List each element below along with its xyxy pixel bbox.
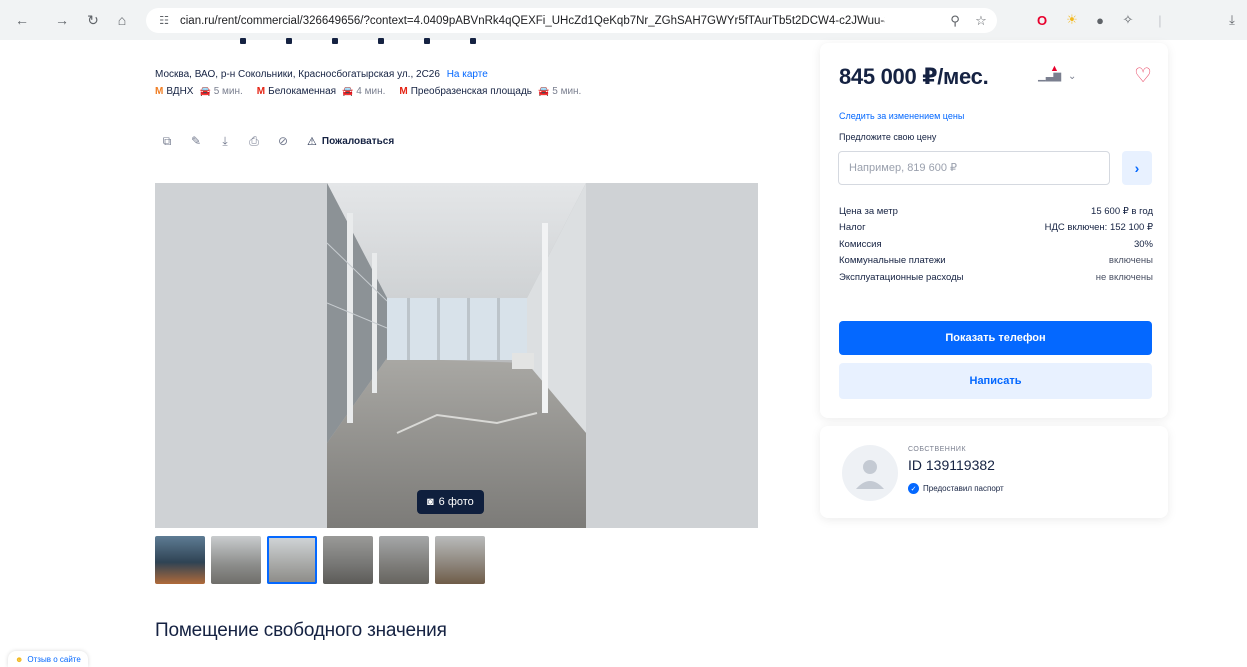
photo-gallery[interactable]: ◙ 6 фото [155,183,758,528]
price-facts: Цена за метр 15 600 ₽ в год Налог НДС вк… [839,203,1153,286]
metro-item: М Белокаменная 🚘 4 мин. [257,86,386,97]
write-message-button[interactable]: Написать [839,363,1152,399]
warning-icon: ⚠ [307,135,317,148]
download-pdf-icon[interactable]: ⤓ [216,132,234,150]
metro-name[interactable]: ВДНХ [166,86,193,97]
metro-time: 4 мин. [356,86,386,97]
opera-extension-icon[interactable]: O [1032,10,1052,30]
gallery-blur-right [586,183,758,528]
browser-toolbar: ← → ↻ ⌂ ☷ cian.ru/rent/commercial/326649… [0,0,1247,40]
gallery-blur-left [155,183,327,528]
show-phone-button[interactable]: Показать телефон [839,321,1152,355]
fact-label: Налог [839,222,866,234]
avatar [842,445,898,501]
fact-label: Эксплуатационные расходы [839,271,964,283]
fact-row: Коммунальные платежи включены [839,253,1153,270]
weather-extension-icon[interactable]: ☀ [1062,10,1082,30]
address-line: Москва, ВАО, р-н Сокольники, Красносбога… [155,69,488,80]
metro-time: 5 мин. [213,86,243,97]
fact-label: Коммунальные платежи [839,255,946,267]
home-icon[interactable]: ⌂ [112,10,132,30]
owner-id[interactable]: ID 139119382 [908,457,995,473]
owner-card: СОБСТВЕННИК ID 139119382 ✓ Предоставил п… [820,426,1168,518]
metro-list: М ВДНХ 🚘 5 мин. М Белокаменная 🚘 4 мин. … [155,86,595,97]
address-bar[interactable]: ☷ cian.ru/rent/commercial/326649656/?con… [146,8,997,33]
metro-icon: М [256,86,266,97]
site-feedback-button[interactable]: ☻ Отзыв о сайте [8,651,88,667]
photo-thumbnails [155,536,491,584]
price-up-icon: ▲ [1050,63,1059,73]
photo-count-label: 6 фото [438,496,474,508]
photo-thumbnail-active[interactable] [267,536,317,584]
fact-value: не включены [1095,271,1153,283]
fact-row: Комиссия 30% [839,236,1153,253]
address-text: Москва, ВАО, р-н Сокольники, Красносбога… [155,69,440,80]
fact-value: 15 600 ₽ в год [1091,205,1153,217]
photo-thumbnail[interactable] [435,536,485,584]
metro-item: М ВДНХ 🚘 5 мин. [155,86,243,97]
bookmark-star-icon[interactable]: ☆ [972,12,990,30]
site-info-icon[interactable]: ☷ [156,13,172,29]
verified-label: Предоставил паспорт [923,484,1004,493]
section-title: Помещение свободного значения [155,620,447,641]
puzzle-extensions-icon[interactable]: ✧ [1118,10,1138,30]
favorite-heart-icon[interactable]: ♡ [1134,63,1152,88]
fact-label: Комиссия [839,238,882,250]
fact-row: Налог НДС включен: 152 100 ₽ [839,220,1153,237]
verified-check-icon: ✓ [908,483,919,494]
edit-note-icon[interactable]: ✎ [187,132,205,150]
fact-value: 30% [1133,238,1153,250]
offer-submit-button[interactable]: › [1122,151,1152,185]
photo-count-button[interactable]: ◙ 6 фото [417,490,484,514]
fact-value: включены [1108,255,1153,267]
forward-icon[interactable]: → [52,10,72,30]
car-icon: 🚘 [199,86,211,96]
fact-row: Эксплуатационные расходы не включены [839,269,1153,286]
download-icon[interactable]: ⤓ [1222,10,1242,30]
fact-label: Цена за метр [839,205,898,217]
chevron-down-icon[interactable]: ⌄ [1068,71,1076,82]
fact-row: Цена за метр 15 600 ₽ в год [839,203,1153,220]
metro-time: 5 мин. [552,86,582,97]
print-icon[interactable]: ⎙ [245,132,263,150]
main-photo[interactable] [327,183,586,528]
car-icon: 🚘 [342,86,354,96]
extension-icon[interactable]: ● [1090,10,1110,30]
complain-label: Пожаловаться [321,135,395,147]
fact-value: НДС включен: 152 100 ₽ [1044,222,1153,234]
metro-icon: М [155,86,164,97]
reload-icon[interactable]: ↻ [83,10,103,30]
metro-item: М Преобразенская площадь 🚘 5 мин. [399,86,581,97]
url-text[interactable]: cian.ru/rent/commercial/326649656/?conte… [180,15,885,27]
price-card: 845 000 ₽/мес. ▁▃▆ ▲ ⌄ ♡ Следить за изме… [820,43,1168,418]
toolbar-divider: | [1158,12,1162,28]
smile-icon: ☻ [15,654,24,664]
passport-verified: ✓ Предоставил паспорт [908,483,1004,494]
back-icon[interactable]: ← [12,10,32,30]
compare-icon[interactable]: ⧉ [158,132,176,150]
photo-thumbnail[interactable] [211,536,261,584]
photo-thumbnail[interactable] [323,536,373,584]
metro-name[interactable]: Преобразенская площадь [411,86,532,97]
listing-actions: ⧉ ✎ ⤓ ⎙ ⊘ ⚠ Пожаловаться [158,132,394,150]
map-link[interactable]: На карте [447,69,488,80]
camera-icon: ◙ [427,496,434,508]
metro-name[interactable]: Белокаменная [268,86,336,97]
follow-price-link[interactable]: Следить за изменением цены [839,111,964,121]
offer-price-label: Предложите свою цену [839,132,937,142]
complain-button[interactable]: ⚠ Пожаловаться [307,135,394,148]
offer-price-input[interactable] [838,151,1110,185]
car-icon: 🚘 [538,86,550,96]
hide-icon[interactable]: ⊘ [274,132,292,150]
scrolled-title-fragment [240,38,476,44]
metro-icon: М [399,86,408,97]
price: 845 000 ₽/мес. [839,64,989,89]
photo-thumbnail[interactable] [379,536,429,584]
chevron-right-icon: › [1134,160,1140,176]
feedback-label: Отзыв о сайте [27,654,81,664]
owner-type: СОБСТВЕННИК [908,446,967,453]
photo-thumbnail[interactable] [155,536,205,584]
zoom-icon[interactable]: ⚲ [946,12,964,30]
